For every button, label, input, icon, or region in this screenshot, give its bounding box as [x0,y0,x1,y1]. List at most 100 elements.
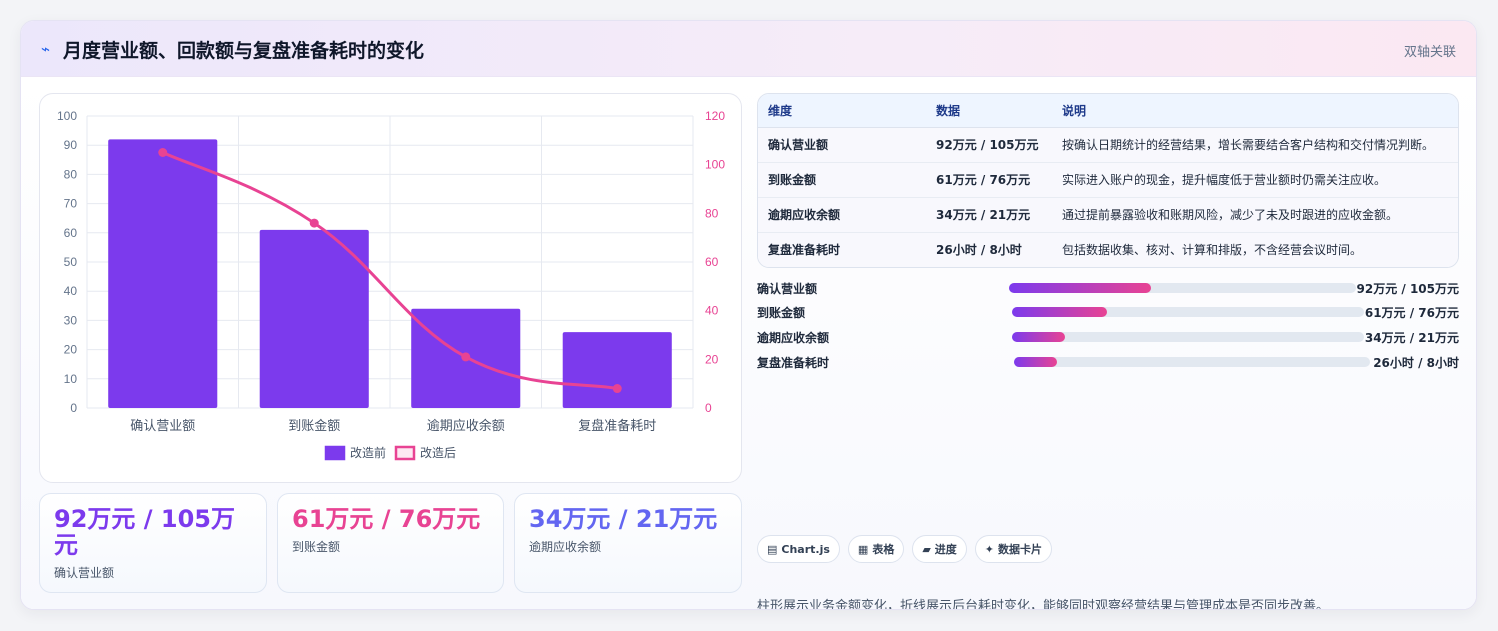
progress-fill [1014,357,1057,367]
table-icon: ▦ [857,542,869,556]
chart-icon: ▤ [767,542,778,556]
table-row: 到账金额 61万元 / 76万元 实际进入账户的现金，提升幅度低于营业额时仍需关… [758,162,1458,198]
stat-label: 逾期应收余额 [529,540,602,554]
legend-label: 改造前 [350,445,386,460]
y-right-tick-label: 120 [705,109,725,123]
x-tick-label: 确认营业额 [130,418,195,433]
card-header: ⌁ 月度营业额、回款额与复盘准备耗时的变化 双轴关联 [21,21,1476,77]
chart-container: 0 10 20 30 40 50 60 70 80 90 100 0 20 40 60 80 100 120 确认营… [39,93,742,483]
badge-label: 数据卡片 [998,543,1043,556]
x-tick-label: 逾期应收余额 [427,418,505,433]
page-title: 月度营业额、回款额与复盘准备耗时的变化 [63,40,425,62]
y-right-tick-label: 20 [705,352,719,366]
table-row: 复盘准备耗时 26小时 / 8小时 包括数据收集、核对、计算和排版，不含经营会议… [758,232,1458,267]
y-right-tick-label: 100 [705,158,725,172]
line-point [158,148,168,157]
chart-line-icon: ⌁ [41,40,51,58]
table-header-cell: 数据 [926,94,1052,128]
table-header-cell: 说明 [1052,94,1458,128]
progress-value: 61万元 / 76万元 [1364,306,1459,320]
progress-fill [1012,332,1065,342]
progress-row-overdue: 逾期应收余额 34万元 / 21万元 [757,328,1459,346]
table-cell-data: 61万元 / 76万元 [926,162,1052,198]
y-left-tick-label: 50 [64,255,78,269]
badge-label: Chart.js [781,542,830,556]
sparkle-icon: ✦ [984,542,995,556]
y-right-tick-label: 0 [705,401,712,415]
progress-row-received: 到账金额 61万元 / 76万元 [757,303,1459,321]
progress-value: 92万元 / 105万元 [1356,282,1460,296]
x-tick-label: 到账金额 [288,418,340,433]
legend-swatch [394,445,416,461]
y-left-tick-label: 80 [64,167,78,181]
badge-table: ▦ 表格 [847,535,905,563]
stat-card-overdue: 34万元 / 21万元 逾期应收余额 [514,493,742,593]
progress-fill [1012,307,1108,317]
combo-chart: 0 10 20 30 40 50 60 70 80 90 100 0 20 40 60 80 100 120 确认营… [57,109,725,461]
stat-label: 确认营业额 [54,566,115,580]
legend-swatch [324,445,346,461]
stat-label: 到账金额 [292,540,341,554]
progress-track [1014,357,1370,367]
table-cell-data: 92万元 / 105万元 [926,127,1052,163]
table-cell-description: 实际进入账户的现金，提升幅度低于营业额时仍需关注应收。 [1052,162,1458,198]
stat-value: 34万元 / 21万元 [529,505,718,533]
card-body: 0 10 20 30 40 50 60 70 80 90 100 0 20 40 60 80 100 120 确认营… [21,77,1476,610]
badge-data-card: ✦ 数据卡片 [974,535,1053,563]
badge-label: 表格 [872,543,895,556]
table-cell-description: 包括数据收集、核对、计算和排版，不含经营会议时间。 [1052,232,1458,267]
x-tick-label: 复盘准备耗时 [578,418,656,433]
progress-label: 确认营业额 [757,282,818,296]
line-point [461,352,471,362]
chart-footnote: 柱形展示业务金额变化，折线展示后台耗时变化，能够同时观察经营结果与管理成本是否同… [757,599,1330,610]
badge-progress: ▰ 进度 [912,535,967,563]
progress-track [1012,307,1364,317]
stat-value: 92万元 / 105万元 [54,505,235,559]
progress-track [1009,283,1356,293]
table-cell-dimension: 复盘准备耗时 [758,232,926,267]
y-left-tick-label: 90 [64,138,78,152]
progress-value: 26小时 / 8小时 [1373,356,1459,370]
tech-badges: ▤ Chart.js ▦ 表格 ▰ 进度 ✦ 数据卡片 [757,535,1053,563]
progress-label: 到账金额 [757,306,806,320]
table-header-row: 维度 数据 说明 [758,94,1458,128]
table-cell-data: 34万元 / 21万元 [926,197,1052,233]
bar [259,229,369,408]
y-left-tick-label: 30 [64,313,78,327]
table-cell-dimension: 逾期应收余额 [758,197,926,233]
progress-icon: ▰ [922,542,931,556]
progress-track [1012,332,1364,342]
progress-fill [1009,283,1152,293]
progress-value: 34万元 / 21万元 [1364,331,1459,345]
stat-card-received: 61万元 / 76万元 到账金额 [277,493,504,593]
y-left-tick-label: 100 [57,109,77,123]
legend-label: 改造后 [420,446,456,460]
badge-chartjs: ▤ Chart.js [757,535,840,563]
data-table: 维度 数据 说明 确认营业额 92万元 / 105万元 按确认日期统计的经营结果… [757,93,1459,268]
table-row: 逾期应收余额 34万元 / 21万元 通过提前暴露验收和账期风险，减少了未及时跟… [758,197,1458,233]
bar [562,332,672,408]
table-header-cell: 维度 [758,94,926,128]
y-left-tick-label: 0 [70,401,77,415]
progress-row-revenue: 确认营业额 92万元 / 105万元 [757,279,1459,297]
y-right-tick-label: 60 [705,255,719,269]
y-right-tick-label: 80 [705,206,719,220]
stat-value: 61万元 / 76万元 [292,505,481,533]
stat-card-revenue: 92万元 / 105万元 确认营业额 [39,493,267,593]
chart-card: ⌁ 月度营业额、回款额与复盘准备耗时的变化 双轴关联 0 10 20 30 40 50 60… [20,20,1477,610]
line-point [309,218,319,228]
badge-label: 进度 [934,543,957,556]
progress-label: 复盘准备耗时 [757,356,830,370]
line-point [612,384,622,394]
table-cell-description: 通过提前暴露验收和账期风险，减少了未及时跟进的应收金额。 [1052,197,1458,233]
y-left-tick-label: 20 [64,343,78,357]
y-left-tick-label: 60 [64,226,78,240]
table-row: 确认营业额 92万元 / 105万元 按确认日期统计的经营结果，增长需要结合客户… [758,127,1458,163]
progress-row-prep-time: 复盘准备耗时 26小时 / 8小时 [757,353,1459,371]
y-left-tick-label: 10 [64,372,78,386]
bar [108,139,218,409]
dual-axis-tag: 双轴关联 [1403,45,1456,60]
y-left-tick-label: 70 [64,197,78,211]
table-cell-dimension: 确认营业额 [758,127,926,163]
y-right-tick-label: 40 [705,304,719,318]
